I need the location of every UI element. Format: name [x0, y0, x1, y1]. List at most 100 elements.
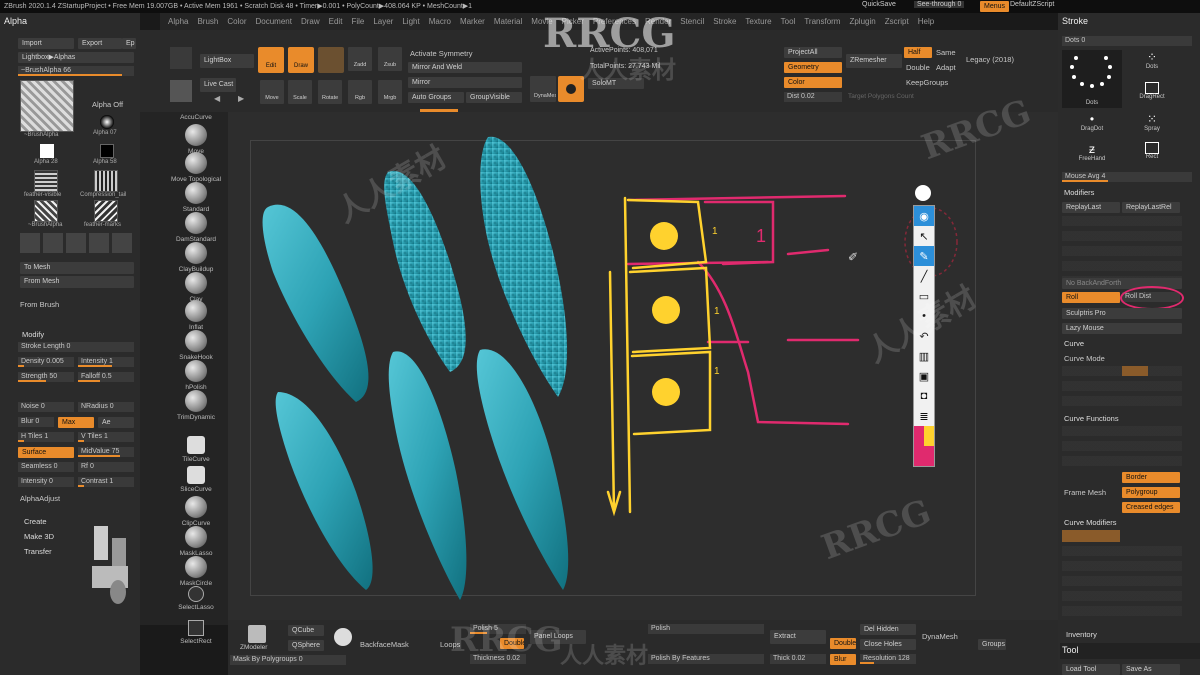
frame-mesh-button[interactable]: Frame Mesh: [1064, 488, 1106, 497]
pen-tool-icon[interactable]: [915, 185, 931, 201]
draw-button[interactable]: Draw: [288, 47, 314, 73]
dot-icon[interactable]: •: [914, 306, 934, 326]
dragdot-stroke[interactable]: • DragDot: [1062, 112, 1122, 138]
menus-button[interactable]: Menus: [980, 1, 1010, 12]
color-button[interactable]: Color: [784, 77, 842, 88]
groups-button[interactable]: Groups: [978, 639, 1006, 650]
menu-marker[interactable]: Marker: [460, 17, 485, 26]
menu-texture[interactable]: Texture: [745, 17, 771, 26]
menu-preferences[interactable]: Preferences: [593, 17, 636, 26]
border-button[interactable]: Border: [1122, 472, 1180, 483]
brush-masklasso[interactable]: MaskLasso: [166, 526, 226, 557]
menu-stencil[interactable]: Stencil: [680, 17, 704, 26]
alpha-tool-icon[interactable]: [43, 233, 63, 253]
zadd-button[interactable]: Zadd: [348, 47, 372, 71]
brush-clipcurve[interactable]: ClipCurve: [166, 496, 226, 527]
panel-loops-button[interactable]: Panel Loops: [530, 630, 586, 644]
max-button[interactable]: Max: [58, 417, 94, 428]
mouse-avg-slider[interactable]: Mouse Avg 4: [1062, 172, 1192, 182]
freehand-stroke[interactable]: ƶ FreeHand: [1062, 142, 1122, 168]
brush-damstandard[interactable]: DamStandard: [166, 212, 226, 243]
export-button[interactable]: Export: [78, 38, 122, 49]
curve-modifier-active[interactable]: [1062, 530, 1120, 542]
menu-help[interactable]: Help: [918, 17, 934, 26]
menu-document[interactable]: Document: [256, 17, 292, 26]
sculptris-pro-button[interactable]: Sculptris Pro: [1062, 308, 1182, 319]
intensity-slider[interactable]: Intensity 1: [78, 357, 134, 367]
curve-modifiers-section-title[interactable]: Curve Modifiers: [1064, 518, 1117, 527]
polish-main-slider[interactable]: Polish: [648, 624, 764, 634]
prev-arrow-icon[interactable]: ◀: [214, 94, 220, 103]
alpha-28-thumbnail[interactable]: [40, 144, 54, 158]
lightbox-alphas-button[interactable]: Lightbox▶Alphas: [18, 52, 134, 63]
seamless-slider[interactable]: Seamless 0: [18, 462, 74, 472]
mirror-button[interactable]: Mirror: [408, 77, 522, 88]
mrgb-button[interactable]: Mrgb: [378, 80, 402, 104]
legacy-button[interactable]: Legacy (2018): [966, 55, 1014, 64]
spray-stroke[interactable]: ⁙ Spray: [1126, 112, 1178, 138]
surface-button[interactable]: Surface: [18, 447, 74, 458]
stroke-length-slider[interactable]: Stroke Length 0: [18, 342, 134, 352]
menu-color[interactable]: Color: [227, 17, 246, 26]
brush-clay[interactable]: Clay: [166, 272, 226, 303]
lazy-mouse-button[interactable]: Lazy Mouse: [1062, 323, 1182, 334]
keep-groups-button[interactable]: KeepGroups: [906, 78, 948, 87]
alpha-tool-icon[interactable]: [112, 233, 132, 253]
dots-stroke-preview[interactable]: Dots: [1062, 50, 1122, 108]
curve-mode-button[interactable]: Curve Mode: [1064, 354, 1105, 363]
resolution-slider[interactable]: Resolution 128: [860, 654, 916, 664]
half-button[interactable]: Half: [904, 47, 932, 58]
brush-slicecurve[interactable]: SliceCurve: [166, 466, 226, 493]
menu-render[interactable]: Render: [645, 17, 671, 26]
dots-slider[interactable]: Dots 0: [1062, 36, 1192, 46]
rect-stroke[interactable]: Rect: [1126, 142, 1178, 168]
intensity-adjust-slider[interactable]: Intensity 0: [18, 477, 74, 487]
backface-mask-button[interactable]: BackfaceMask: [360, 640, 409, 649]
brush-selectlasso[interactable]: SelectLasso: [166, 586, 226, 611]
brush-move-topological[interactable]: Move Topological: [166, 152, 226, 183]
brush-snakehook[interactable]: SnakeHook: [166, 330, 226, 361]
inventory-section-title[interactable]: Inventory: [1066, 630, 1097, 639]
geometry-button[interactable]: Geometry: [784, 62, 842, 73]
eye-icon[interactable]: ◉: [914, 206, 934, 226]
density-slider[interactable]: Density 0.005: [18, 357, 74, 367]
mask-by-polygroups-slider[interactable]: Mask By Polygroups 0: [230, 655, 346, 665]
cursor-icon[interactable]: ↖: [914, 226, 934, 246]
alpha-off-label[interactable]: Alpha Off: [92, 100, 123, 109]
replay-last-rel-button[interactable]: ReplayLastRel: [1122, 202, 1180, 213]
brush-inflat[interactable]: Inflat: [166, 300, 226, 331]
lightbox-button[interactable]: LightBox: [200, 54, 254, 68]
brush-tilecurve[interactable]: TileCurve: [166, 436, 226, 463]
brush-accucurve[interactable]: AccuCurve: [166, 112, 226, 121]
double-toggle-button[interactable]: Double: [500, 638, 524, 649]
h-tiles-slider[interactable]: H Tiles 1: [18, 432, 74, 442]
replay-last-button[interactable]: ReplayLast: [1062, 202, 1120, 213]
move-button[interactable]: Move: [260, 80, 284, 104]
eraser-icon[interactable]: ▭: [914, 286, 934, 306]
rf-slider[interactable]: Rf 0: [78, 462, 134, 472]
roll-button[interactable]: Roll: [1062, 292, 1120, 303]
creased-edges-button[interactable]: Creased edges: [1122, 502, 1180, 513]
solomt-button[interactable]: SoloMT: [588, 78, 644, 89]
midvalue-slider[interactable]: MidValue 75: [78, 447, 134, 457]
modify-section-title[interactable]: Modify: [22, 330, 44, 339]
tool-palette-title[interactable]: Tool: [1062, 645, 1079, 655]
feather-marks-thumbnail[interactable]: [94, 200, 118, 222]
from-brush-button[interactable]: From Brush: [20, 300, 59, 309]
menu-layer[interactable]: Layer: [373, 17, 393, 26]
curve-active-toggle[interactable]: [1122, 366, 1148, 376]
menu-draw[interactable]: Draw: [301, 17, 320, 26]
brush-standard[interactable]: Standard: [166, 182, 226, 213]
dynamic-brush-button[interactable]: [318, 47, 344, 73]
sphere-tool-icon[interactable]: [170, 80, 192, 102]
highlighter-icon[interactable]: ✎: [914, 246, 934, 266]
current-alpha-thumbnail[interactable]: [20, 80, 74, 132]
projection-master-icon[interactable]: [170, 47, 192, 69]
qsphere-button[interactable]: QSphere: [288, 640, 324, 651]
dots-stroke-small[interactable]: ⁘ Dots: [1126, 50, 1178, 78]
from-mesh-button[interactable]: From Mesh: [20, 276, 134, 288]
project-all-button[interactable]: ProjectAll: [784, 47, 842, 58]
alpha-58-thumbnail[interactable]: [100, 144, 114, 158]
close-holes-button[interactable]: Close Holes: [860, 639, 916, 650]
menu-zscript[interactable]: Zscript: [885, 17, 909, 26]
